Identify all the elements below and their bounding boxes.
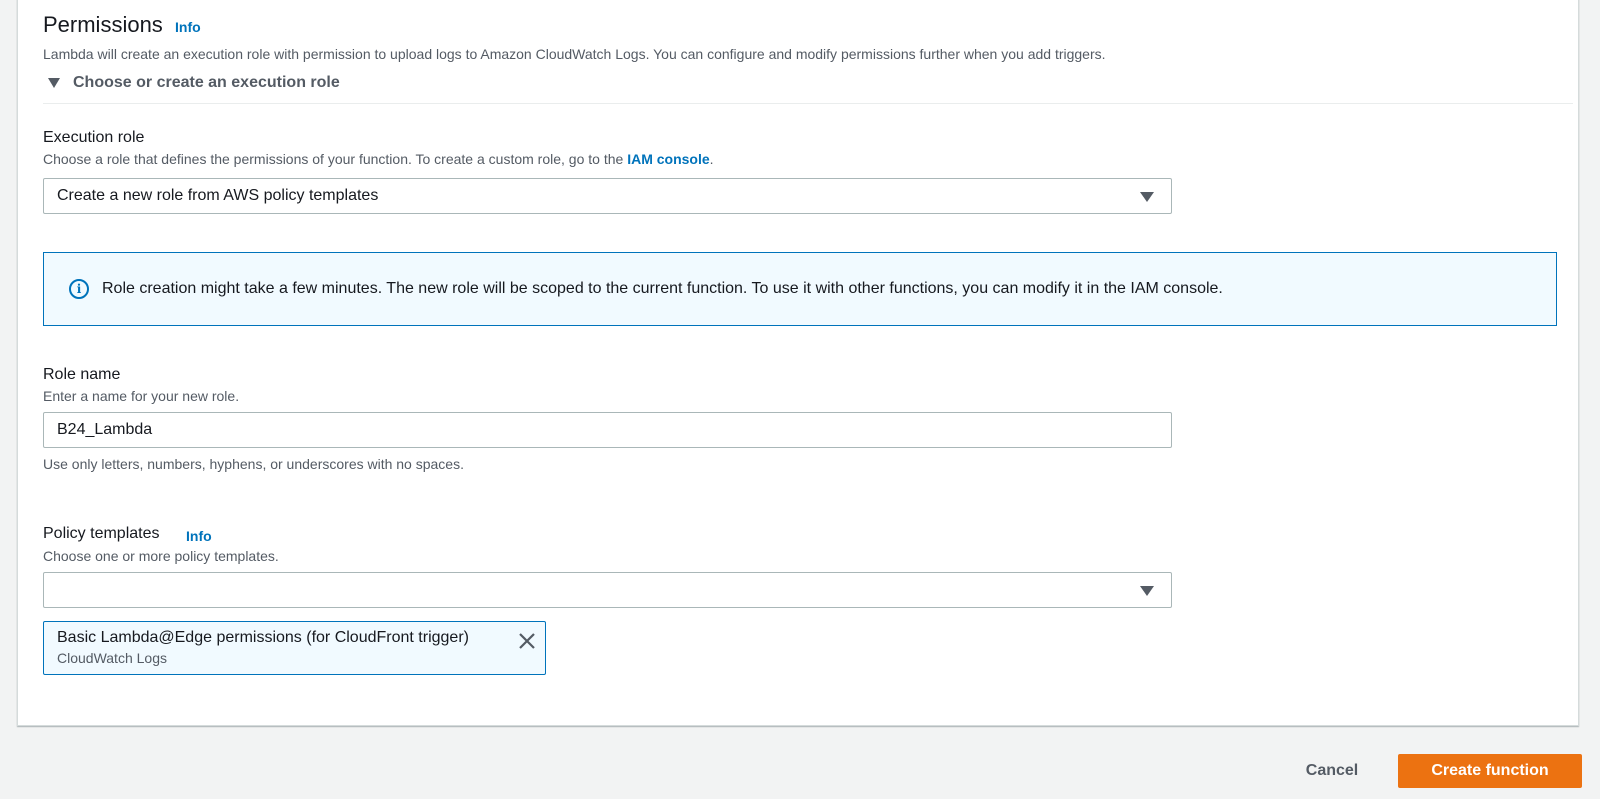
policy-templates-label: Policy templates — [43, 525, 160, 542]
execution-role-description-text: Choose a role that defines the permissio… — [43, 151, 628, 167]
iam-console-link[interactable]: IAM console — [627, 151, 709, 167]
caret-down-icon — [48, 78, 60, 88]
policy-templates-description: Choose one or more policy templates. — [43, 548, 279, 564]
divider — [43, 103, 1573, 104]
policy-templates-select[interactable] — [43, 572, 1172, 608]
caret-down-icon — [1140, 586, 1154, 596]
policy-template-token: Basic Lambda@Edge permissions (for Cloud… — [43, 621, 546, 675]
execution-role-label: Execution role — [43, 129, 145, 146]
permissions-description: Lambda will create an execution role wit… — [43, 46, 1106, 62]
execution-role-expander[interactable]: Choose or create an execution role — [48, 74, 340, 92]
execution-role-selected-value: Create a new role from AWS policy templa… — [57, 187, 379, 204]
info-circle-icon: i — [69, 279, 89, 299]
role-name-value: B24_Lambda — [57, 421, 153, 438]
alert-text: Role creation might take a few minutes. … — [102, 280, 1223, 297]
section-title: Permissions — [43, 12, 163, 37]
cancel-button[interactable]: Cancel — [1286, 754, 1378, 788]
execution-role-select[interactable]: Create a new role from AWS policy templa… — [43, 178, 1172, 214]
policy-templates-info-link[interactable]: Info — [186, 528, 212, 544]
caret-down-icon — [1140, 192, 1154, 202]
expander-label: Choose or create an execution role — [73, 74, 340, 91]
permissions-info-link[interactable]: Info — [175, 19, 201, 35]
permissions-panel: Permissions Info Lambda will create an e… — [17, 0, 1579, 726]
execution-role-description-end: . — [709, 151, 714, 167]
token-subtitle: CloudWatch Logs — [57, 650, 167, 666]
token-title: Basic Lambda@Edge permissions (for Cloud… — [57, 629, 469, 646]
role-name-label: Role name — [43, 366, 121, 383]
role-name-constraint: Use only letters, numbers, hyphens, or u… — [43, 456, 464, 472]
role-name-description: Enter a name for your new role. — [43, 388, 240, 404]
execution-role-description: Choose a role that defines the permissio… — [43, 151, 714, 167]
close-icon[interactable] — [516, 630, 538, 652]
create-function-button[interactable]: Create function — [1398, 754, 1582, 788]
role-name-input[interactable]: B24_Lambda — [43, 412, 1172, 448]
role-creation-alert: i Role creation might take a few minutes… — [43, 252, 1557, 326]
